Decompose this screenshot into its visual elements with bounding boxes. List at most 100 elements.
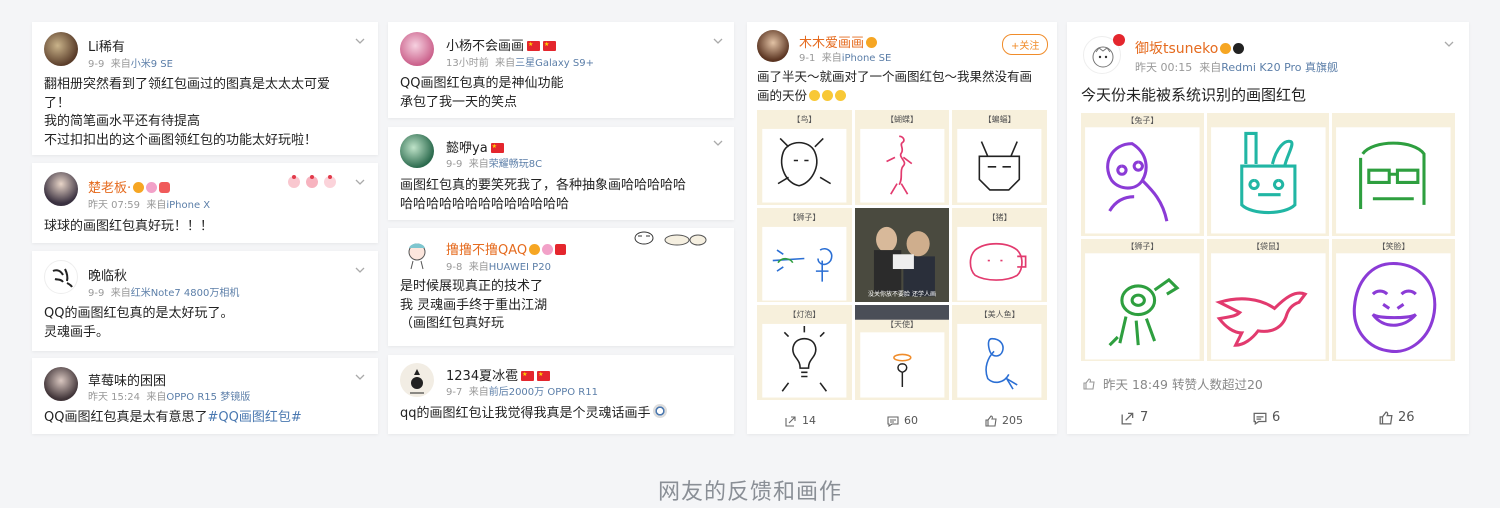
device-link[interactable]: 三星Galaxy S9+ [515,58,594,69]
user-name[interactable]: Li稀有 [88,36,125,55]
topic-link[interactable]: #QQ画图红包# [207,410,301,425]
drawing-thumbnail[interactable] [1206,113,1330,236]
user-name[interactable]: 晚临秋 [88,265,127,284]
chevron-down-icon[interactable] [712,35,724,47]
kangaroo-drawing-icon [1210,252,1326,359]
drawing-thumbnail[interactable]: 【猪】 [952,207,1047,303]
thumbs-up-icon [1379,411,1393,424]
weibo-card-xiaoyang: 小杨不会画画 13小时前 来自三星Galaxy S9+ QQ画图红包真的是神仙功… [388,22,734,118]
device-link[interactable]: 前后2000万 OPPO R11 [489,387,598,398]
post-meta: 9-9 来自荣耀畅玩8C [446,155,542,170]
china-flag-icon [527,41,541,51]
avatar[interactable] [44,172,78,206]
drawing-thumbnail[interactable]: 【袋鼠】 [1206,238,1330,361]
cell-label: 【蝴蝶】 [885,115,918,124]
device-link[interactable]: 小米9 SE [131,59,173,70]
user-name[interactable]: 撸撸不撸QAQ [446,239,567,258]
china-flag-icon [490,143,504,153]
device-link[interactable]: iPhone SE [842,53,892,64]
drawing-thumbnail[interactable]: 【兔子】 [1081,113,1204,236]
drawing-thumbnail[interactable]: 【狮子】 [1081,238,1204,361]
user-name[interactable]: 草莓味的困困 [88,370,166,389]
device-link[interactable]: 红米Note7 4800万相机 [131,288,240,299]
text-line: QQ画图红包真是太有意思了 [44,410,208,425]
forward-button[interactable]: 7 [1121,410,1148,425]
chevron-down-icon[interactable] [354,35,366,47]
user-name[interactable]: 御坂tsuneko [1135,38,1245,58]
avatar[interactable] [44,32,78,66]
weibo-card-lulu: 撸撸不撸QAQ 9-8 来自HUAWEI P20 是时候展现真正的技术了 我 灵… [388,228,734,346]
drawing-thumbnail[interactable] [1332,113,1455,236]
drawing-thumbnail[interactable]: 【天使】 [854,305,950,400]
china-flag-icon [537,371,551,381]
drawing-thumbnail[interactable]: 【灯泡】 [757,305,852,400]
drawing-thumbnail[interactable]: 【蝙蝠】 [952,110,1047,205]
cake-sticker-icon [284,173,348,189]
emoji-icon [652,404,667,418]
text-line: qq的画图红包让我觉得我真是个灵魂话画手 [400,406,651,421]
drawing-thumbnail[interactable]: 【蝴蝶】 [854,110,950,205]
text-line: （画图红包真好玩 [400,316,505,331]
chevron-down-icon[interactable] [354,371,366,383]
chevron-down-icon[interactable] [712,137,724,149]
avatar[interactable] [400,363,434,397]
laughing-face-drawing-icon [1336,252,1451,359]
chevron-down-icon[interactable] [354,176,366,188]
post-meta: 9-9 来自小米9 SE [88,55,173,70]
rabbit-drawing-icon [1085,127,1200,234]
weibo-card-li: Li稀有 9-9 来自小米9 SE 翻相册突然看到了领红包画过的图真是太太太可爱… [32,22,378,155]
device-link[interactable]: Redmi K20 Pro 真旗舰 [1221,61,1338,74]
avatar[interactable] [44,367,78,401]
device-link[interactable]: HUAWEI P20 [489,262,551,273]
avatar[interactable] [44,260,78,294]
china-flag-icon [521,371,535,381]
comment-button[interactable]: 6 [1253,410,1280,425]
weibo-card-xiabingbao: 1234夏冰雹 9-7 来自前后2000万 OPPO R11 qq的画图红包让我… [388,355,734,434]
text-line: 是时候展现真正的技术了 [400,279,544,294]
drawing-thumbnail[interactable]: 【笑脸】 [1332,238,1455,361]
like-meta-text: 昨天 18:49 转赞人数超过20 [1103,377,1263,392]
post-text: 今天份未能被系统识别的画图红包 [1081,86,1307,104]
drawing-thumbnail[interactable]: 【狮子】 [757,207,852,303]
user-name-text: 小杨不会画画 [446,39,525,54]
like-button[interactable]: 26 [1379,410,1415,425]
cell-label: 【天使】 [885,320,918,330]
user-name[interactable]: 小杨不会画画 [446,35,557,54]
avatar[interactable] [400,134,434,168]
avatar[interactable] [400,32,434,66]
comment-count: 60 [904,414,918,427]
like-count: 26 [1398,410,1415,425]
user-name[interactable]: 楚老板· [88,177,171,196]
flower-badge-icon [542,244,554,255]
post-text: 画了半天～就画对了一个画图红包～我果然没有画 画的天份 [757,68,1032,105]
avatar[interactable] [400,237,434,271]
follow-button[interactable]: +关注 [1002,34,1049,55]
user-name[interactable]: 懿咿ya [446,137,504,156]
china-flag-icon [543,41,557,51]
forward-count: 7 [1140,410,1149,425]
post-meta: 13小时前 来自三星Galaxy S9+ [446,54,594,69]
device-link[interactable]: 荣耀畅玩8C [489,159,542,170]
drawing-thumbnail[interactable]: 【鸟】 [757,110,852,205]
comment-button[interactable]: 60 [887,414,918,427]
chevron-down-icon[interactable] [1443,38,1455,50]
post-date: 9-9 [88,59,105,70]
vip-badge-icon [133,182,145,193]
image-grid: 【鸟】 【蝴蝶】 【蝙蝠】 【狮子】 没关你放不要脸 还学人画 【猪】 【灯泡】 [757,110,1047,400]
like-button[interactable]: 205 [985,414,1023,427]
post-date: 13小时前 [446,58,489,69]
device-link[interactable]: OPPO R15 梦镜版 [166,392,250,403]
text-line: QQ的画图红包真的是太好玩了。 [44,306,234,321]
weibo-card-wan: 晚临秋 9-9 来自红米Note7 4800万相机 QQ的画图红包真的是太好玩了… [32,251,378,351]
avatar[interactable] [757,30,789,62]
drawing-thumbnail[interactable]: 【美人鱼】 [952,305,1047,400]
source-prefix: 来自 [468,387,489,398]
meme-photo[interactable]: 没关你放不要脸 还学人画 [854,207,950,303]
device-link[interactable]: iPhone X [166,200,210,211]
sad-emoji-icon [835,89,847,101]
user-name-text: 楚老板· [88,181,132,196]
forward-button[interactable]: 14 [785,414,816,427]
user-name[interactable]: 1234夏冰雹 [446,365,551,384]
cell-label: 【灯泡】 [788,310,821,320]
chevron-down-icon[interactable] [354,264,366,276]
